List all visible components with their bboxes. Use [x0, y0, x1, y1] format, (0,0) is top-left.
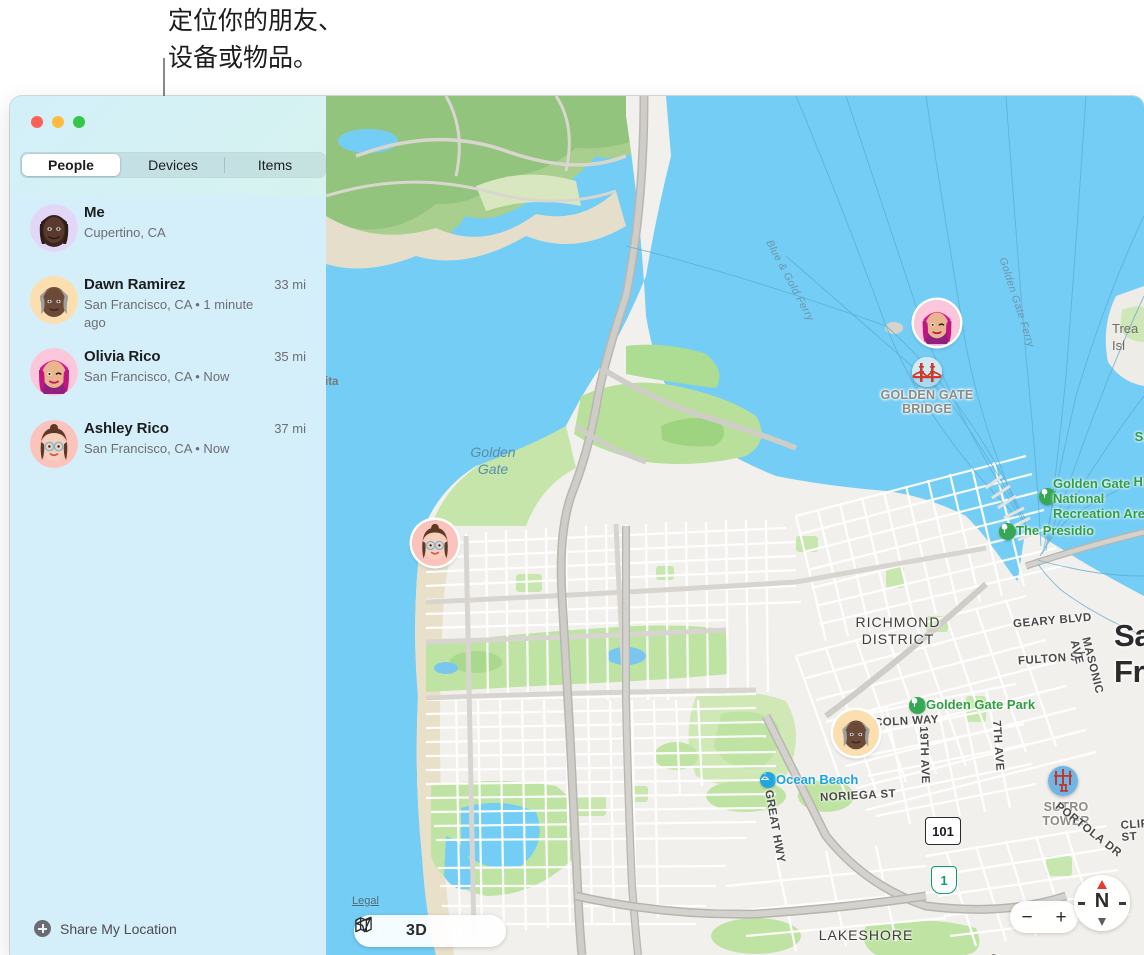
- compass-north-needle: [1097, 880, 1107, 889]
- highway-shield-ca1-label: 1: [940, 872, 948, 888]
- golden-gate-bridge-icon[interactable]: [912, 357, 942, 387]
- window-traffic-lights: [31, 116, 85, 128]
- close-button[interactable]: [31, 116, 43, 128]
- person-distance: 35 mi: [274, 349, 306, 364]
- share-my-location-label: Share My Location: [60, 920, 177, 937]
- list-item[interactable]: Olivia Rico San Francisco, CA • Now 35 m…: [10, 338, 326, 410]
- tab-devices-label: Devices: [148, 157, 198, 173]
- minimize-button[interactable]: [52, 116, 64, 128]
- highway-shield-101-label: 101: [932, 823, 954, 839]
- park-pin-icon[interactable]: [999, 523, 1016, 540]
- compass-south-needle: [1098, 918, 1106, 926]
- highway-shield-101: 101: [925, 817, 961, 845]
- zoom-in-button[interactable]: +: [1055, 908, 1066, 927]
- avatar: [30, 276, 78, 324]
- highway-shield-ca1: 1: [931, 866, 957, 894]
- three-d-toggle[interactable]: 3D: [406, 922, 427, 940]
- tab-devices[interactable]: Devices: [124, 154, 222, 176]
- map-marker-avatar-ashley[interactable]: [412, 520, 458, 566]
- zoom-out-button[interactable]: −: [1021, 908, 1032, 927]
- person-name: Me: [84, 204, 105, 221]
- list-item[interactable]: Ashley Rico San Francisco, CA • Now 37 m…: [10, 410, 326, 482]
- park-pin-icon[interactable]: [1039, 488, 1056, 505]
- map-marker-avatar-dawn[interactable]: [833, 710, 879, 756]
- compass-control[interactable]: N: [1074, 875, 1130, 931]
- legal-link[interactable]: Legal: [352, 895, 379, 907]
- zoom-button[interactable]: [73, 116, 85, 128]
- list-item[interactable]: Dawn Ramirez San Francisco, CA • 1 minut…: [10, 266, 326, 338]
- tab-items[interactable]: Items: [224, 154, 324, 176]
- tab-people-label: People: [48, 157, 94, 173]
- beach-pin-icon[interactable]: [760, 772, 776, 788]
- person-location: San Francisco, CA • Now: [84, 441, 230, 456]
- map-marker-avatar-olivia[interactable]: [914, 300, 960, 346]
- list-item[interactable]: Me Cupertino, CA: [10, 194, 326, 266]
- park-pin-icon[interactable]: [909, 697, 926, 714]
- compass-north-label: N: [1094, 890, 1110, 912]
- map-canvas[interactable]: Golden Gate Blue & Gold Ferry Golden Gat…: [326, 96, 1144, 955]
- avatar: [30, 420, 78, 468]
- find-my-window: People Devices Items Me Cupertino, CA Da…: [10, 96, 1144, 955]
- tab-items-label: Items: [257, 157, 293, 173]
- people-list: Me Cupertino, CA Dawn Ramirez San Franci…: [10, 194, 326, 482]
- map-toolbar[interactable]: 3D: [354, 915, 506, 947]
- person-name: Dawn Ramirez: [84, 276, 186, 293]
- tab-segmented-control[interactable]: People Devices Items: [20, 152, 326, 178]
- share-my-location-button[interactable]: Share My Location: [34, 920, 177, 937]
- sidebar: People Devices Items Me Cupertino, CA Da…: [10, 96, 326, 955]
- person-location: San Francisco, CA • 1 minute ago: [84, 297, 254, 330]
- tab-people[interactable]: People: [22, 154, 120, 176]
- person-name: Olivia Rico: [84, 348, 161, 365]
- person-location: Cupertino, CA: [84, 225, 166, 240]
- person-distance: 37 mi: [274, 421, 306, 436]
- avatar: [30, 348, 78, 396]
- sutro-tower-icon[interactable]: [1048, 766, 1078, 796]
- person-location: San Francisco, CA • Now: [84, 369, 230, 384]
- screenshot-root: 定位你的朋友、 设备或物品。 People Devices Items Me C…: [0, 0, 1144, 955]
- zoom-controls[interactable]: − +: [1010, 901, 1078, 933]
- avatar: [30, 204, 78, 252]
- plus-circle-icon: [34, 920, 51, 937]
- person-distance: 33 mi: [274, 277, 306, 292]
- callout-annotation-text: 定位你的朋友、 设备或物品。: [168, 6, 344, 72]
- person-name: Ashley Rico: [84, 420, 169, 437]
